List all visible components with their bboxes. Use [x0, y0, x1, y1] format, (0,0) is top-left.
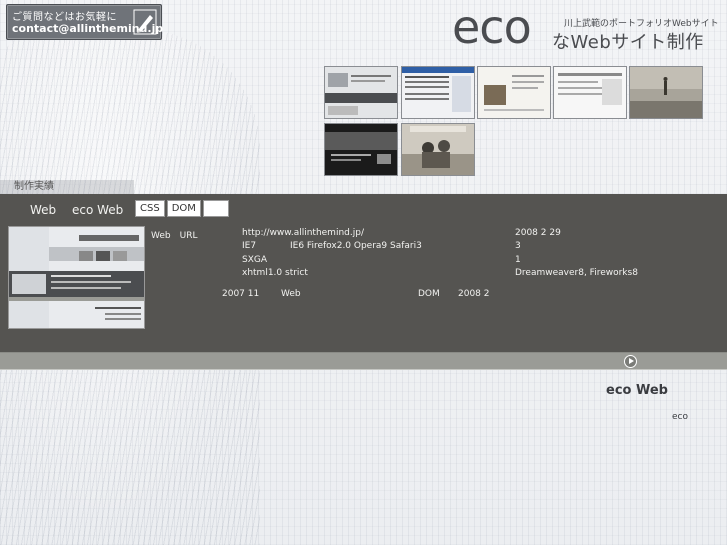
- project-title-a: Web: [30, 203, 57, 217]
- thumbnail-2[interactable]: [401, 66, 475, 119]
- project-screenshot-image: [9, 227, 144, 328]
- thumbnail-5[interactable]: [629, 66, 703, 119]
- thumbnail-6[interactable]: [324, 123, 398, 176]
- tag-css[interactable]: CSS: [135, 200, 165, 217]
- browser-ie7: IE7: [242, 241, 257, 251]
- project-detail-panel: Web eco Web CSS DOM Web URL http://www.al…: [0, 194, 727, 352]
- pen-icon: [133, 9, 157, 35]
- history-date-1: 2007 11: [222, 289, 260, 299]
- history-date-2: 2008 2: [458, 289, 490, 299]
- thumbnail-2-image: [402, 67, 474, 118]
- project-screenshot[interactable]: [8, 226, 145, 329]
- section-label-works: 制作実績: [0, 180, 134, 194]
- thumbnail-7[interactable]: [401, 123, 475, 176]
- tools-used: Dreamweaver8, Fireworks8: [515, 268, 638, 278]
- release-date: 2008 2 29: [515, 228, 561, 238]
- site-logo[interactable]: eco 川上武範のポートフォリオWebサイト なWebサイト制作: [452, 0, 722, 54]
- value-1: 1: [515, 255, 521, 265]
- label-web-url: Web URL: [151, 231, 198, 241]
- play-icon[interactable]: [624, 355, 637, 368]
- thumbnail-5-image: [630, 67, 702, 118]
- project-title-b: eco Web: [72, 203, 124, 217]
- slider-track[interactable]: [0, 352, 727, 370]
- thumbnail-3[interactable]: [477, 66, 551, 119]
- thumbnail-3-image: [478, 67, 550, 118]
- project-title: Web eco Web: [30, 203, 135, 217]
- browser-list: IE6 Firefox2.0 Opera9 Safari3: [290, 241, 422, 251]
- history-dom: DOM: [418, 289, 440, 299]
- tag-blank[interactable]: [202, 200, 229, 217]
- footer-heading: eco Web: [606, 383, 668, 398]
- thumbnail-1[interactable]: [324, 66, 398, 119]
- contact-prompt: ご質問などはお気軽に: [12, 12, 117, 23]
- value-3: 3: [515, 241, 521, 251]
- resolution: SXGA: [242, 255, 268, 265]
- history-web: Web: [281, 289, 301, 299]
- thumbnail-4[interactable]: [553, 66, 627, 119]
- project-url[interactable]: http://www.allinthemind.jp/: [242, 228, 364, 238]
- thumbnail-4-image: [554, 67, 626, 118]
- thumbnail-6-image: [325, 124, 397, 175]
- footer-small-text: eco: [672, 412, 688, 422]
- thumbnail-1-image: [325, 67, 397, 118]
- contact-banner[interactable]: ご質問などはお気軽に contact@allinthemind.jp: [6, 4, 163, 40]
- tag-dom[interactable]: DOM: [166, 200, 201, 217]
- doctype: xhtml1.0 strict: [242, 268, 308, 278]
- thumbnail-7-image: [402, 124, 474, 175]
- logo-eco-text: eco: [452, 0, 532, 54]
- logo-main-text: なWebサイト制作: [552, 32, 704, 53]
- tech-tags: CSS DOM: [135, 200, 231, 219]
